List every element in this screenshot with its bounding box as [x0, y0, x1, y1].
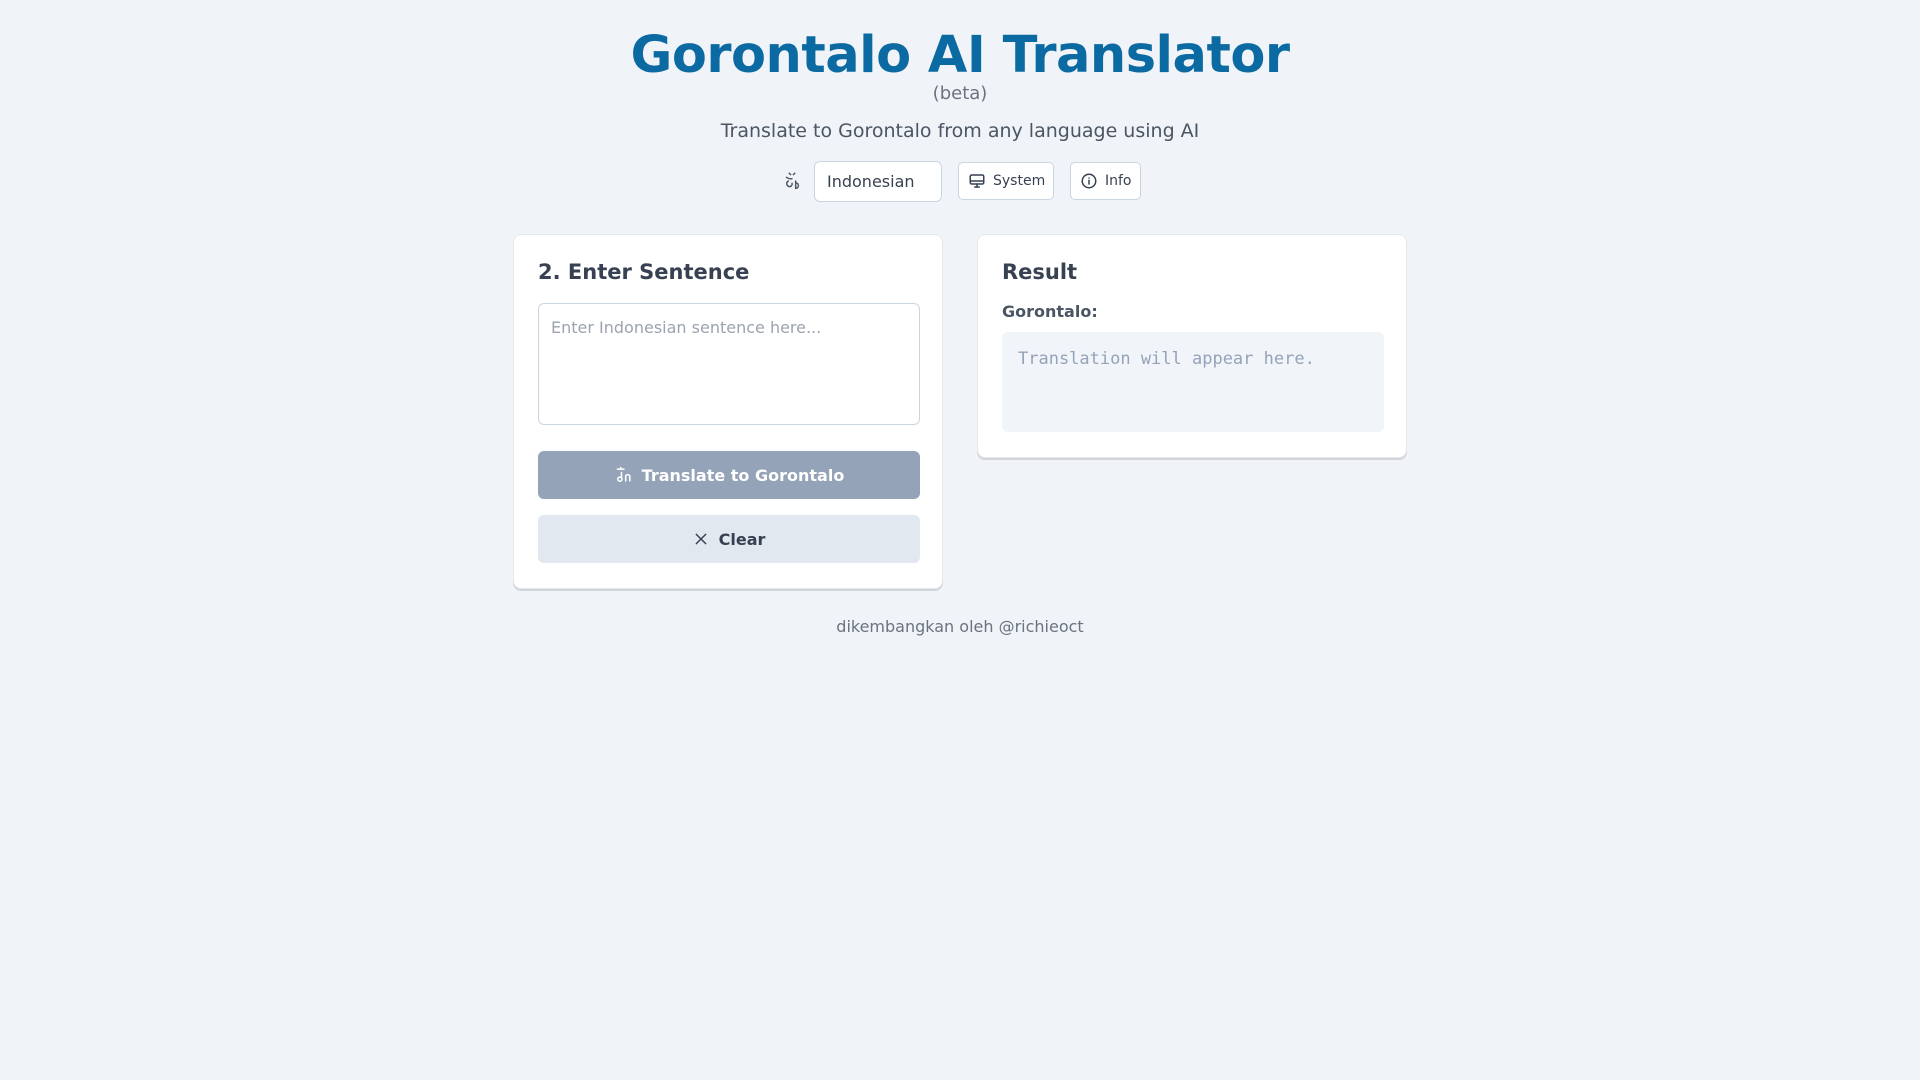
translate-button-label: Translate to Gorontalo	[641, 465, 845, 485]
system-button-label: System	[993, 173, 1046, 189]
footer-credit: dikembangkan oleh @richieoct	[836, 617, 1084, 636]
translation-output: Translation will appear here.	[1002, 332, 1384, 432]
sentence-input[interactable]	[538, 303, 920, 425]
main-cards: 2. Enter Sentence Translate to Gorontalo…	[513, 234, 1407, 589]
result-card: Result Gorontalo: Translation will appea…	[977, 234, 1407, 458]
monitor-icon	[969, 174, 985, 188]
clear-button[interactable]: Clear	[538, 515, 920, 563]
translate-button[interactable]: Translate to Gorontalo	[538, 451, 920, 499]
info-button-label: Info	[1105, 173, 1132, 189]
page: Gorontalo AI Translator (beta) Translate…	[0, 0, 1920, 1080]
system-button[interactable]: System	[958, 162, 1054, 200]
result-language-label: Gorontalo:	[1002, 302, 1098, 321]
language-icon	[779, 168, 805, 194]
result-card-title: Result	[1002, 260, 1078, 284]
page-title: Gorontalo AI Translator	[630, 26, 1290, 85]
input-card: 2. Enter Sentence Translate to Gorontalo…	[513, 234, 943, 589]
controls-bar: Indonesian System Info	[0, 160, 1920, 202]
clear-button-label: Clear	[718, 529, 766, 549]
translate-icon	[616, 466, 631, 482]
header: Gorontalo AI Translator (beta) Translate…	[0, 0, 1920, 143]
info-icon	[1081, 173, 1097, 189]
input-card-title: 2. Enter Sentence	[538, 260, 750, 284]
page-subtitle: Translate to Gorontalo from any language…	[720, 120, 1200, 142]
beta-label: (beta)	[932, 83, 988, 104]
close-icon	[695, 533, 707, 545]
source-language-select[interactable]: Indonesian	[814, 160, 942, 202]
info-button[interactable]: Info	[1070, 162, 1141, 200]
